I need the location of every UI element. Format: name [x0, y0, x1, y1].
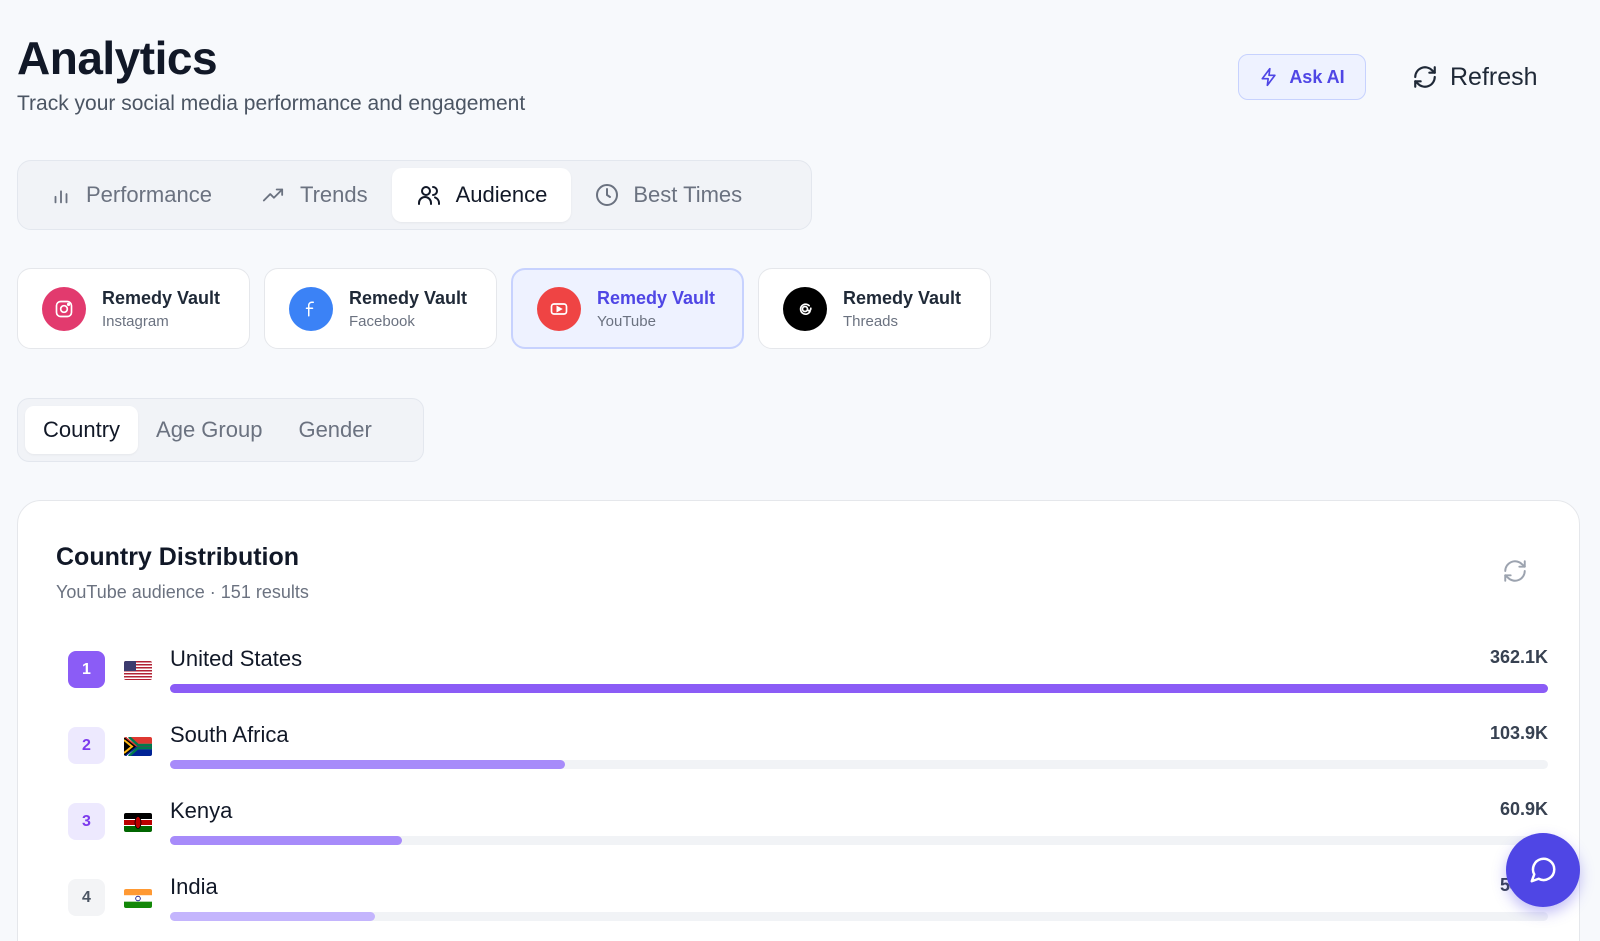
account-platform: Facebook — [349, 312, 415, 330]
account-platform: Threads — [843, 312, 899, 330]
tab-best-times[interactable]: Best Times — [571, 168, 766, 222]
panel-refresh-button[interactable] — [1502, 558, 1528, 584]
account-card-instagram[interactable]: Remedy Vault Instagram — [17, 268, 250, 349]
tab-label: Performance — [86, 182, 212, 207]
lightning-icon — [1261, 67, 1276, 87]
ke-flag-icon — [124, 813, 152, 832]
account-card-threads[interactable]: Remedy Vault Threads — [758, 268, 991, 349]
account-selector: Remedy Vault Instagram Remedy Vault Face… — [17, 268, 991, 349]
share-bar-fill — [170, 760, 566, 769]
trending-up-icon — [262, 188, 284, 202]
page-header: Analytics Track your social media perfor… — [17, 30, 525, 116]
facebook-icon — [289, 286, 333, 331]
country-row: 1 United States 362.1K — [68, 646, 1548, 701]
panel-subtitle: YouTube audience · 151 results — [56, 582, 309, 602]
sub-tab-age-group[interactable]: Age Group — [138, 406, 280, 454]
country-name: Kenya — [170, 798, 233, 823]
tab-label: Best Times — [633, 182, 743, 207]
account-card-youtube[interactable]: Remedy Vault YouTube — [511, 268, 744, 349]
rank-badge: 4 — [68, 879, 105, 916]
country-name: South Africa — [170, 722, 289, 747]
account-card-facebook[interactable]: Remedy Vault Facebook — [264, 268, 497, 349]
country-value: 60.9K — [1499, 799, 1548, 819]
account-platform: Instagram — [102, 312, 169, 330]
clock-icon — [596, 184, 619, 206]
country-name: United States — [170, 646, 303, 671]
country-value: 103.9K — [1489, 723, 1548, 743]
ask-ai-label: Ask AI — [1289, 66, 1345, 87]
audience-sub-tabs: Country Age Group Gender — [17, 398, 424, 462]
rank-badge: 3 — [68, 803, 105, 840]
country-row: 3 Kenya 60.9K — [68, 798, 1548, 853]
refresh-button[interactable]: Refresh — [1412, 54, 1538, 100]
tab-label: Trends — [299, 182, 368, 207]
account-name: Remedy Vault — [102, 287, 221, 308]
account-platform: YouTube — [597, 312, 656, 330]
country-row: 4 India 54.0K — [68, 874, 1548, 929]
share-bar-fill — [170, 836, 402, 845]
main-tabs: Performance Trends Audience Best Times — [17, 160, 812, 230]
tab-label: Audience — [455, 182, 548, 207]
rank-badge: 2 — [68, 727, 105, 764]
ask-ai-button[interactable]: Ask AI — [1238, 54, 1366, 100]
sub-tab-country[interactable]: Country — [25, 406, 139, 454]
country-distribution-panel: Country Distribution YouTube audience · … — [17, 500, 1580, 941]
account-name: Remedy Vault — [597, 287, 716, 308]
users-icon — [417, 186, 440, 205]
chat-bubble-icon — [1530, 857, 1556, 883]
refresh-icon — [1414, 66, 1436, 88]
page-title: Analytics — [17, 32, 218, 84]
sub-tab-gender[interactable]: Gender — [280, 406, 389, 454]
share-bar-track — [170, 836, 1548, 845]
tab-trends[interactable]: Trends — [236, 168, 392, 222]
za-flag-icon — [124, 737, 152, 756]
refresh-label: Refresh — [1450, 62, 1538, 91]
account-name: Remedy Vault — [349, 287, 468, 308]
share-bar-track — [170, 912, 1548, 921]
account-name: Remedy Vault — [843, 287, 962, 308]
instagram-icon — [42, 286, 86, 331]
page-subtitle: Track your social media performance and … — [17, 92, 526, 115]
panel-title: Country Distribution — [56, 543, 300, 571]
threads-icon — [783, 286, 827, 331]
tab-performance[interactable]: Performance — [26, 168, 236, 222]
country-name: India — [170, 874, 218, 899]
share-bar-fill — [170, 912, 376, 921]
tab-audience[interactable]: Audience — [391, 168, 572, 222]
rank-badge: 1 — [68, 651, 105, 688]
share-bar-fill — [170, 684, 1548, 693]
country-row: 2 South Africa 103.9K — [68, 722, 1548, 777]
in-flag-icon — [124, 889, 152, 908]
share-bar-track — [170, 760, 1548, 769]
bar-chart-icon — [54, 190, 68, 204]
share-bar-track — [170, 684, 1548, 693]
youtube-icon — [537, 286, 581, 331]
us-flag-icon — [124, 661, 152, 680]
refresh-icon — [1504, 560, 1526, 582]
chat-button[interactable] — [1506, 833, 1580, 907]
country-value: 362.1K — [1489, 647, 1548, 667]
